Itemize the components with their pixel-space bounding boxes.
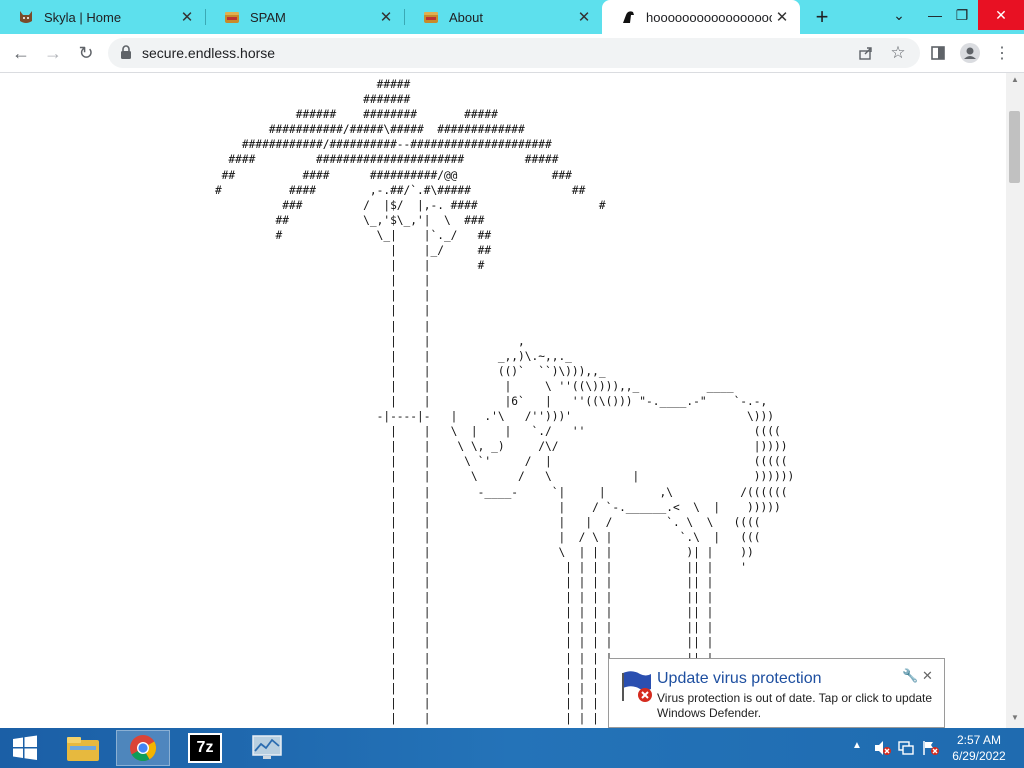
vertical-scrollbar[interactable]: ▲ ▼ [1006,73,1024,728]
monitor-chart-icon[interactable] [240,730,294,766]
restore-icon[interactable]: ❐ [945,0,979,30]
close-tab-icon[interactable]: ✕ [376,8,396,26]
show-hidden-icons-icon[interactable]: ▲ [852,740,862,751]
folder-icon[interactable] [56,730,110,766]
speaker-muted-icon[interactable] [874,740,892,759]
browser-toolbar: ← → ↻ secure.endless.horse ☆ ⋮ [0,34,1024,73]
tab-strip: Skyla | Home ✕ SPAM ✕ About ✕ hooooooooo… [0,0,1024,34]
virus-protection-notification[interactable]: Update virus protection Virus protection… [608,658,945,728]
address-url: secure.endless.horse [142,45,276,61]
7z-icon[interactable]: 7z [178,730,232,766]
tab-about[interactable]: About ✕ [405,0,602,34]
new-tab-button[interactable]: + [810,4,834,30]
forward-icon[interactable]: → [41,41,65,65]
back-icon[interactable]: ← [9,41,33,65]
network-icon[interactable] [898,740,916,759]
windows-taskbar: 7z ▲ 2:57 AM 6/29/2022 [0,728,1024,768]
windows-defender-flag-icon [620,669,654,708]
close-tab-icon[interactable]: ✕ [772,8,792,26]
profile-avatar-icon[interactable] [958,41,982,65]
tab-title: hoooooooooooooooooo [646,9,772,25]
menu-kebab-icon[interactable]: ⋮ [990,41,1014,65]
scroll-down-icon[interactable]: ▼ [1006,713,1024,722]
action-center-alert-icon[interactable] [922,740,940,759]
spam-can-icon [224,9,240,25]
notification-body: Virus protection is out of date. Tap or … [657,691,933,720]
chrome-icon[interactable] [116,730,170,766]
address-bar[interactable]: secure.endless.horse [108,38,920,68]
tab-skyla-home[interactable]: Skyla | Home ✕ [0,0,205,34]
close-tab-icon[interactable]: ✕ [177,8,197,26]
scroll-up-icon[interactable]: ▲ [1006,75,1024,84]
endless-horse-ascii-art: ##### ####### ###### ######## ##### ####… [214,78,795,725]
cat-icon [18,9,34,25]
7z-label: 7z [188,733,222,763]
horse-icon [620,9,636,25]
window-close-icon[interactable]: ✕ [978,0,1024,30]
side-panel-icon[interactable] [926,41,950,65]
close-tab-icon[interactable]: ✕ [574,8,594,26]
notification-close-icon[interactable]: ✕ [922,668,933,684]
tab-title: SPAM [250,9,286,25]
tab-search-icon[interactable]: ⌄ [882,0,916,30]
reload-icon[interactable]: ↻ [74,41,98,65]
tab-title: Skyla | Home [44,9,122,25]
tab-endless-horse[interactable]: hoooooooooooooooooo ✕ [602,0,800,34]
start-windows-icon[interactable] [0,730,50,766]
bookmark-star-icon[interactable]: ☆ [886,41,910,65]
spam-can-icon [423,9,439,25]
tab-title: About [449,9,483,25]
notification-title: Update virus protection [657,670,822,687]
share-icon[interactable] [854,41,878,65]
lock-icon[interactable] [120,45,132,65]
clock-date: 6/29/2022 [952,749,1006,763]
system-clock[interactable]: 2:57 AM 6/29/2022 [946,732,1012,764]
tab-spam[interactable]: SPAM ✕ [206,0,404,34]
settings-wrench-icon[interactable]: 🔧 [902,668,918,684]
page-viewport: ##### ####### ###### ######## ##### ####… [0,73,1006,728]
clock-time: 2:57 AM [956,733,1002,747]
scrollbar-thumb[interactable] [1009,111,1020,183]
